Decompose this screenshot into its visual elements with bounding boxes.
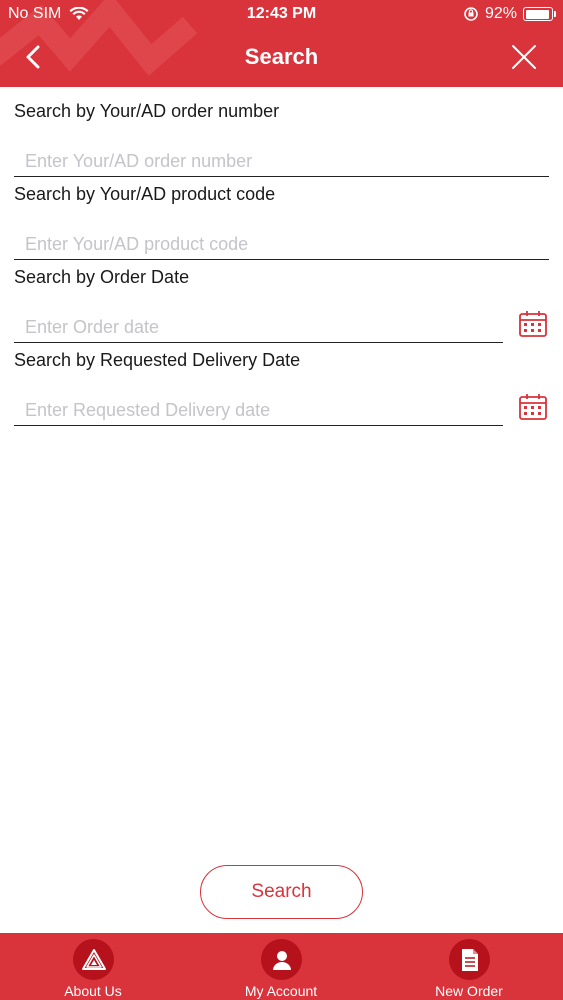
order-date-input[interactable] <box>14 313 503 343</box>
order-date-field: Search by Order Date <box>14 267 549 343</box>
battery-icon <box>523 7 556 21</box>
logo-icon <box>81 948 106 970</box>
calendar-icon[interactable] <box>518 309 548 339</box>
header: No SIM 12:43 PM 92% Search <box>0 0 563 87</box>
close-icon[interactable] <box>509 42 539 72</box>
calendar-icon[interactable] <box>518 392 548 422</box>
tab-about-us[interactable]: About Us <box>23 933 163 1000</box>
product-code-field: Search by Your/AD product code <box>14 184 549 260</box>
nav-bar: Search <box>0 30 563 87</box>
user-icon <box>272 950 291 970</box>
order-number-field: Search by Your/AD order number <box>14 101 549 177</box>
orientation-lock-icon <box>464 7 478 21</box>
delivery-date-field: Search by Requested Delivery Date <box>14 350 549 426</box>
product-code-input[interactable] <box>14 230 549 260</box>
tab-icon-circle <box>449 939 490 980</box>
search-button[interactable]: Search <box>200 865 363 919</box>
delivery-date-label: Search by Requested Delivery Date <box>14 350 301 370</box>
tab-bar: About Us My Account New Order <box>0 933 563 1000</box>
tab-about-us-label: About Us <box>64 983 122 999</box>
app-root: No SIM 12:43 PM 92% Search Search by You… <box>0 0 563 1000</box>
page-title: Search <box>244 44 319 69</box>
order-number-input[interactable] <box>14 147 549 177</box>
tab-my-account-label: My Account <box>244 983 318 999</box>
status-right: 92% <box>463 5 556 23</box>
tab-icon-circle <box>73 939 114 980</box>
battery-percent: 92% <box>484 5 517 22</box>
status-bar: No SIM 12:43 PM 92% <box>0 0 563 30</box>
tab-icon-circle <box>261 939 302 980</box>
delivery-date-input[interactable] <box>14 396 503 426</box>
order-date-label: Search by Order Date <box>14 267 190 287</box>
tab-new-order[interactable]: New Order <box>399 933 539 1000</box>
battery-fill <box>525 9 549 19</box>
tab-my-account[interactable]: My Account <box>211 933 351 1000</box>
tab-new-order-label: New Order <box>435 983 503 999</box>
product-code-label: Search by Your/AD product code <box>14 184 276 204</box>
document-icon <box>461 948 478 971</box>
order-number-label: Search by Your/AD order number <box>14 101 280 121</box>
